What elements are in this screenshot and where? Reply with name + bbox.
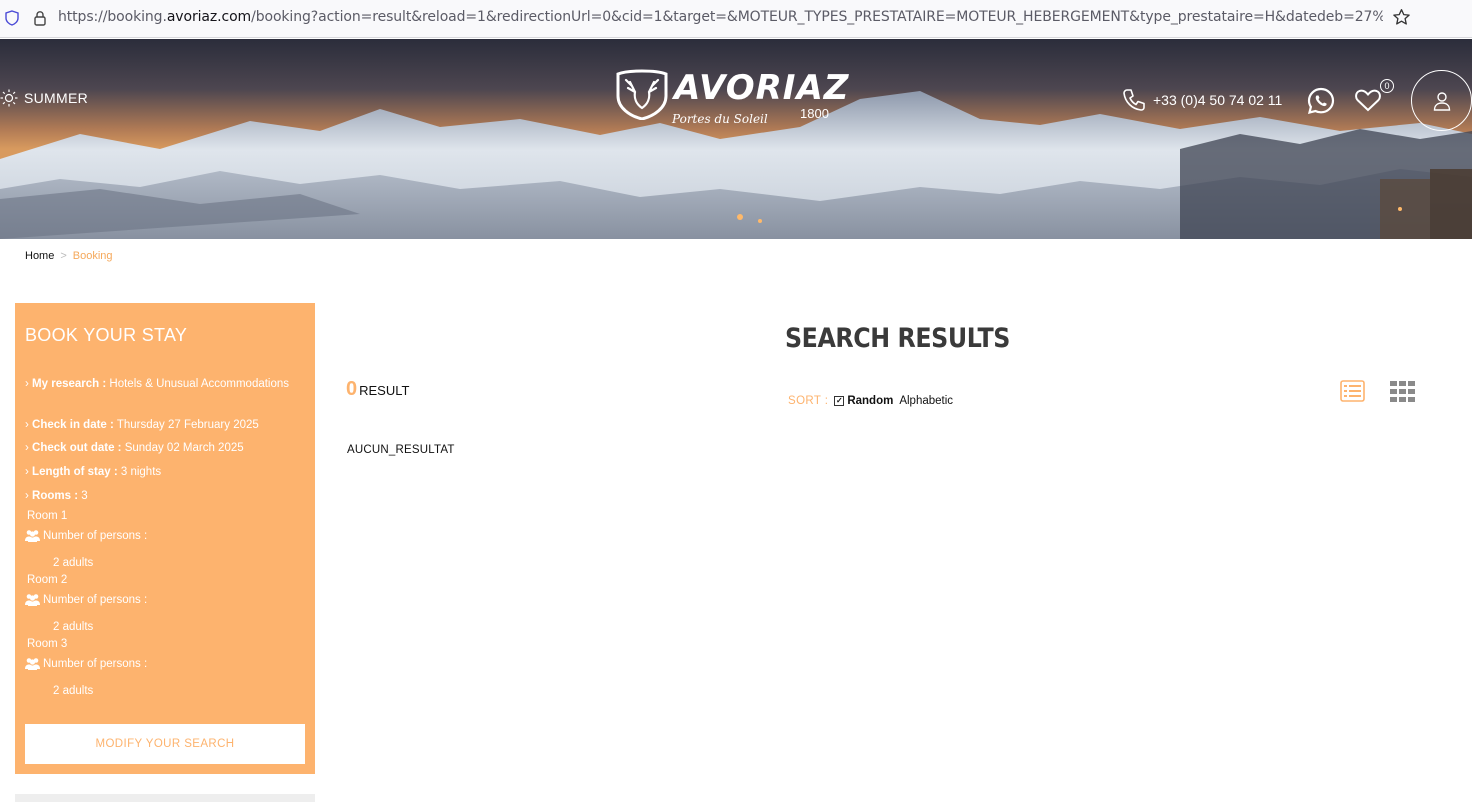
season-label: SUMMER	[24, 90, 89, 106]
book-your-stay-panel: BOOK YOUR STAY › My research : Hotels & …	[15, 303, 315, 774]
list-view-icon[interactable]	[1340, 380, 1365, 402]
favorites-count-badge: 0	[1380, 79, 1394, 93]
phone-number: +33 (0)4 50 74 02 11	[1153, 92, 1283, 108]
chevron-right-icon: ›	[25, 378, 29, 390]
users-icon	[25, 594, 40, 606]
url-field[interactable]: https://booking.avoriaz.com/booking?acti…	[58, 9, 1383, 25]
logo-subtitle: Portes du Soleil	[672, 112, 768, 126]
chevron-right-icon: ›	[25, 419, 29, 431]
checkin-label: Check in date :	[32, 419, 114, 431]
whatsapp-icon[interactable]	[1307, 87, 1335, 115]
checkout-value: Sunday 02 March 2025	[124, 442, 244, 454]
result-count: 0 RESULT	[346, 378, 409, 401]
breadcrumb-separator: >	[60, 250, 67, 262]
room-persons: Number of persons :	[25, 657, 147, 670]
sort-option-random[interactable]: ✓ Random	[834, 395, 893, 407]
sun-icon	[0, 89, 18, 107]
length-summary: › Length of stay : 3 nights	[25, 464, 305, 480]
users-icon	[25, 530, 40, 542]
chevron-right-icon: ›	[25, 442, 29, 454]
room-adults: 2 adults	[53, 685, 94, 697]
bookmark-star-icon[interactable]	[1392, 8, 1411, 27]
sidebar-title: BOOK YOUR STAY	[25, 325, 188, 345]
season-switch[interactable]: SUMMER	[0, 89, 88, 107]
shield-icon[interactable]	[5, 10, 19, 26]
room-adults: 2 adults	[53, 621, 94, 633]
result-count-number: 0	[346, 378, 358, 400]
rooms-value: 3	[81, 490, 88, 502]
rooms-summary: › Rooms : 3	[25, 488, 305, 504]
avoriaz-logo[interactable]: AVORIAZ Portes du Soleil 1800	[614, 68, 848, 132]
room-persons: Number of persons :	[25, 593, 147, 606]
sort-label: SORT :	[788, 395, 829, 407]
research-summary: › My research : Hotels & Unusual Accommo…	[25, 376, 305, 392]
room-name: Room 1	[27, 510, 68, 522]
research-label: My research :	[32, 378, 107, 390]
phone-link[interactable]: +33 (0)4 50 74 02 11	[1121, 87, 1282, 113]
result-count-label: RESULT	[359, 383, 410, 398]
user-icon	[1433, 91, 1450, 111]
deer-crest-icon	[616, 69, 668, 120]
favorites-heart-icon[interactable]	[1354, 87, 1382, 113]
lock-icon[interactable]	[33, 10, 47, 26]
browser-url-bar: https://booking.avoriaz.com/booking?acti…	[0, 0, 1472, 38]
research-value: Hotels & Unusual Accommodations	[109, 378, 290, 390]
room-name: Room 2	[27, 574, 68, 586]
grid-view-icon[interactable]	[1390, 381, 1415, 402]
logo-wordmark: AVORIAZ	[674, 68, 850, 108]
no-result-message: AUCUN_RESULTAT	[347, 444, 455, 456]
breadcrumb-current: Booking	[72, 250, 113, 262]
checkout-summary: › Check out date : Sunday 02 March 2025	[25, 440, 305, 456]
sort-option-alphabetic[interactable]: Alphabetic	[899, 395, 953, 407]
chevron-right-icon: ›	[25, 490, 29, 502]
breadcrumb: Home > Booking	[25, 250, 113, 262]
users-icon	[25, 658, 40, 670]
length-value: 3 nights	[120, 466, 162, 478]
room-adults: 2 adults	[53, 557, 94, 569]
account-button[interactable]	[1411, 70, 1472, 131]
page-title: SEARCH RESULTS	[785, 323, 1010, 354]
checkin-summary: › Check in date : Thursday 27 February 2…	[25, 417, 305, 433]
checkout-label: Check out date :	[32, 442, 122, 454]
checkbox-checked-icon: ✓	[834, 396, 845, 406]
modify-search-button[interactable]: MODIFY YOUR SEARCH	[25, 724, 305, 764]
chevron-right-icon: ›	[25, 466, 29, 478]
breadcrumb-home-link[interactable]: Home	[25, 250, 54, 262]
rooms-label: Rooms :	[32, 490, 79, 502]
length-label: Length of stay :	[32, 466, 118, 478]
room-persons: Number of persons :	[25, 529, 147, 542]
sidebar-next-panel	[15, 794, 315, 802]
room-name: Room 3	[27, 638, 68, 650]
logo-year: 1800	[800, 106, 829, 121]
hero-header: SUMMER AVORIAZ Portes du Soleil 1800 +33…	[0, 39, 1472, 239]
phone-icon	[1123, 89, 1145, 111]
checkin-value: Thursday 27 February 2025	[116, 419, 259, 431]
sort-bar: SORT : ✓ Random Alphabetic	[788, 395, 953, 407]
